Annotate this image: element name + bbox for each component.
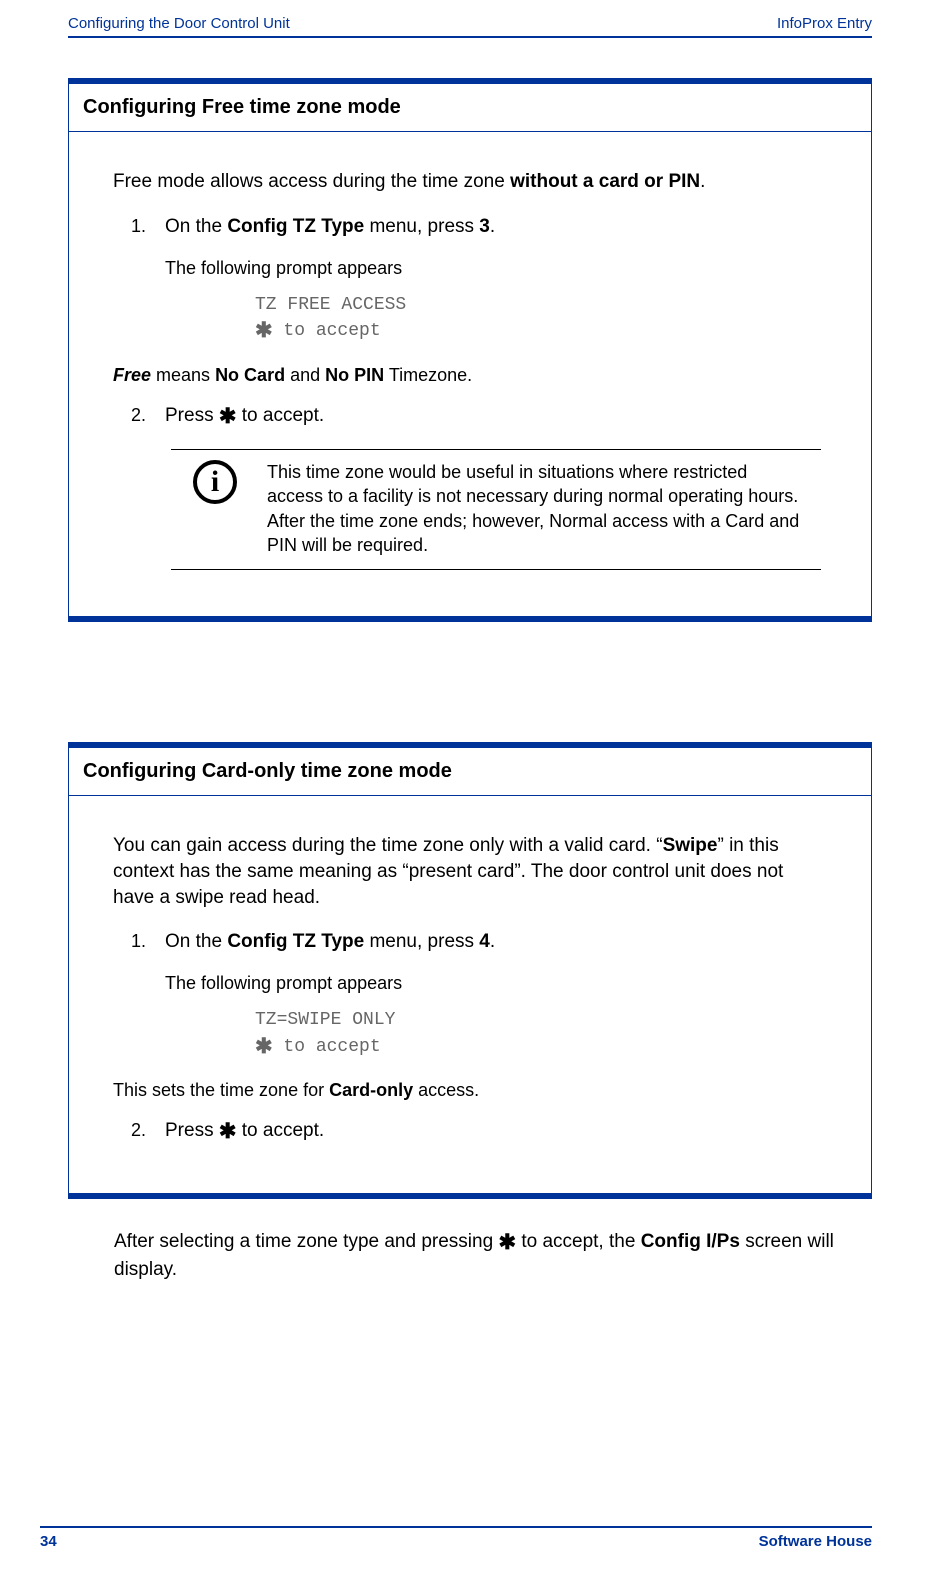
code-prompt: TZ=SWIPE ONLY ✱ to accept <box>255 1009 827 1060</box>
asterisk-icon: ✱ <box>498 1231 516 1254</box>
asterisk-icon: ✱ <box>255 1035 273 1058</box>
section-title: Configuring Free time zone mode <box>69 84 871 132</box>
meaning-text: This sets the time zone for Card-only ac… <box>113 1078 827 1102</box>
note-text: This time zone would be useful in situat… <box>267 460 821 557</box>
page-number: 34 <box>40 1532 57 1552</box>
step-2: Press ✱ to accept. i This time zone woul… <box>151 403 827 571</box>
section-free-time-zone: Configuring Free time zone mode Free mod… <box>68 78 872 622</box>
info-icon: i <box>193 460 237 504</box>
asterisk-icon: ✱ <box>219 405 237 428</box>
footer-brand: Software House <box>759 1532 872 1552</box>
asterisk-icon: ✱ <box>255 319 273 342</box>
code-prompt: TZ FREE ACCESS ✱ to accept <box>255 294 827 345</box>
prompt-label: The following prompt appears <box>165 256 827 280</box>
section-title: Configuring Card-only time zone mode <box>69 748 871 796</box>
page-header: Configuring the Door Control Unit InfoPr… <box>68 14 872 38</box>
prompt-label: The following prompt appears <box>165 971 827 995</box>
asterisk-icon: ✱ <box>219 1120 237 1143</box>
section-card-only-time-zone: Configuring Card-only time zone mode You… <box>68 742 872 1198</box>
after-selection-text: After selecting a time zone type and pre… <box>114 1229 872 1283</box>
info-note: i This time zone would be useful in situ… <box>171 449 821 570</box>
header-right: InfoProx Entry <box>777 14 872 34</box>
meaning-text: Free means No Card and No PIN Timezone. <box>113 363 827 387</box>
intro-text: Free mode allows access during the time … <box>113 169 827 195</box>
intro-text: You can gain access during the time zone… <box>113 833 827 910</box>
header-left: Configuring the Door Control Unit <box>68 14 290 34</box>
step-1: On the Config TZ Type menu, press 3. The… <box>151 214 827 387</box>
step-2: Press ✱ to accept. <box>151 1118 827 1146</box>
step-1: On the Config TZ Type menu, press 4. The… <box>151 929 827 1102</box>
page-footer: 34 Software House <box>0 1526 932 1552</box>
